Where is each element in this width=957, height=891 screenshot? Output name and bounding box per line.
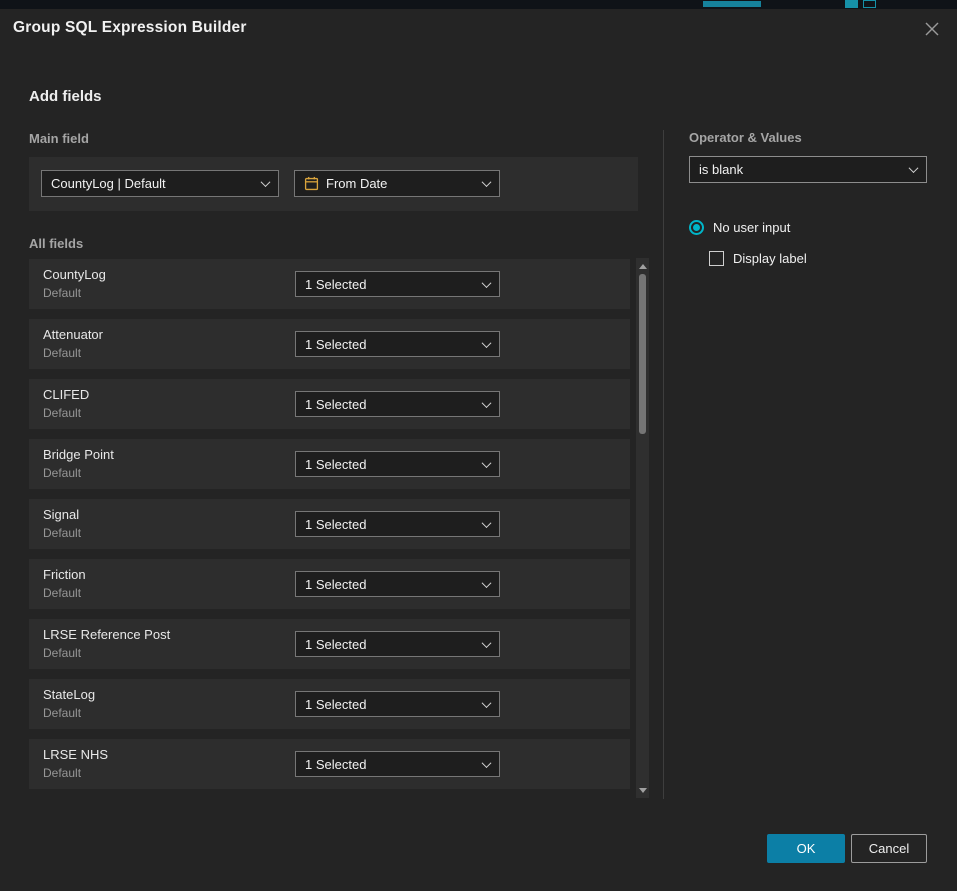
field-subtitle: Default — [43, 286, 81, 300]
field-subtitle: Default — [43, 406, 81, 420]
group-sql-expression-builder-dialog: Group SQL Expression Builder Add fields … — [0, 9, 957, 891]
field-selected-dropdown[interactable]: 1 Selected — [295, 391, 500, 417]
field-name: Attenuator — [43, 327, 103, 342]
checkbox-unchecked-icon[interactable] — [709, 251, 724, 266]
field-selected-value: 1 Selected — [305, 397, 476, 412]
field-row: StateLog Default 1 Selected — [29, 679, 630, 729]
screen: Group SQL Expression Builder Add fields … — [0, 0, 957, 891]
field-name: Friction — [43, 567, 86, 582]
field-name: CountyLog — [43, 267, 106, 282]
chevron-down-icon — [482, 638, 492, 648]
field-name: LRSE Reference Post — [43, 627, 170, 642]
chevron-down-icon — [909, 163, 919, 173]
operator-dropdown-value: is blank — [699, 162, 903, 177]
main-field-field-dropdown[interactable]: From Date — [294, 170, 500, 197]
no-user-input-radio-row[interactable]: No user input — [689, 220, 790, 235]
chevron-down-icon — [482, 278, 492, 288]
field-subtitle: Default — [43, 346, 81, 360]
field-selected-value: 1 Selected — [305, 277, 476, 292]
field-selected-dropdown[interactable]: 1 Selected — [295, 451, 500, 477]
field-selected-dropdown[interactable]: 1 Selected — [295, 571, 500, 597]
no-user-input-label: No user input — [713, 220, 790, 235]
field-selected-value: 1 Selected — [305, 637, 476, 652]
field-name: Bridge Point — [43, 447, 114, 462]
field-selected-value: 1 Selected — [305, 457, 476, 472]
field-selected-dropdown[interactable]: 1 Selected — [295, 631, 500, 657]
field-name: Signal — [43, 507, 79, 522]
chevron-down-icon — [482, 398, 492, 408]
ok-button[interactable]: OK — [767, 834, 845, 863]
operator-dropdown[interactable]: is blank — [689, 156, 927, 183]
radio-selected-icon[interactable] — [689, 220, 704, 235]
field-selected-dropdown[interactable]: 1 Selected — [295, 271, 500, 297]
background-artifact — [703, 1, 761, 7]
chevron-down-icon — [482, 578, 492, 588]
scrollbar-up-arrow[interactable] — [636, 260, 649, 272]
dialog-title: Group SQL Expression Builder — [13, 19, 247, 37]
operator-values-heading: Operator & Values — [689, 130, 802, 145]
panel-divider — [663, 130, 664, 799]
field-row: Attenuator Default 1 Selected — [29, 319, 630, 369]
field-row: LRSE NHS Default 1 Selected — [29, 739, 630, 789]
main-field-field-dropdown-value: From Date — [326, 176, 476, 191]
calendar-icon — [304, 176, 319, 191]
field-subtitle: Default — [43, 646, 81, 660]
scrollbar-thumb[interactable] — [639, 274, 646, 434]
display-label-checkbox-row[interactable]: Display label — [709, 251, 807, 266]
field-selected-dropdown[interactable]: 1 Selected — [295, 751, 500, 777]
field-selected-value: 1 Selected — [305, 517, 476, 532]
cancel-button[interactable]: Cancel — [851, 834, 927, 863]
main-field-label: Main field — [29, 131, 89, 146]
all-fields-scrollbar[interactable] — [636, 258, 649, 798]
field-selected-value: 1 Selected — [305, 697, 476, 712]
field-selected-dropdown[interactable]: 1 Selected — [295, 331, 500, 357]
field-name: StateLog — [43, 687, 95, 702]
field-selected-value: 1 Selected — [305, 757, 476, 772]
scrollbar-down-arrow[interactable] — [636, 784, 649, 796]
field-subtitle: Default — [43, 766, 81, 780]
display-label-label: Display label — [733, 251, 807, 266]
main-field-layer-dropdown[interactable]: CountyLog | Default — [41, 170, 279, 197]
field-name: CLIFED — [43, 387, 89, 402]
chevron-down-icon — [482, 338, 492, 348]
main-field-layer-dropdown-value: CountyLog | Default — [51, 176, 255, 191]
field-row: CountyLog Default 1 Selected — [29, 259, 630, 309]
chevron-down-icon — [482, 518, 492, 528]
close-icon — [925, 22, 939, 36]
chevron-down-icon — [482, 758, 492, 768]
field-subtitle: Default — [43, 706, 81, 720]
chevron-down-icon — [261, 177, 271, 187]
field-row: Signal Default 1 Selected — [29, 499, 630, 549]
chevron-down-icon — [482, 458, 492, 468]
field-selected-dropdown[interactable]: 1 Selected — [295, 691, 500, 717]
add-fields-heading: Add fields — [29, 88, 102, 105]
field-name: LRSE NHS — [43, 747, 108, 762]
field-row: CLIFED Default 1 Selected — [29, 379, 630, 429]
background-artifact — [845, 0, 858, 8]
close-button[interactable] — [922, 19, 942, 39]
all-fields-label: All fields — [29, 236, 83, 251]
field-row: LRSE Reference Post Default 1 Selected — [29, 619, 630, 669]
chevron-down-icon — [482, 177, 492, 187]
background-artifact — [863, 0, 876, 8]
field-subtitle: Default — [43, 466, 81, 480]
field-selected-value: 1 Selected — [305, 577, 476, 592]
background-page-strip — [0, 0, 957, 9]
field-selected-value: 1 Selected — [305, 337, 476, 352]
field-row: Friction Default 1 Selected — [29, 559, 630, 609]
field-subtitle: Default — [43, 586, 81, 600]
main-field-box: CountyLog | Default From Date — [29, 157, 638, 211]
all-fields-list: CountyLog Default 1 Selected Attenuator … — [29, 259, 630, 799]
chevron-down-icon — [482, 698, 492, 708]
field-row: Bridge Point Default 1 Selected — [29, 439, 630, 489]
field-subtitle: Default — [43, 526, 81, 540]
field-selected-dropdown[interactable]: 1 Selected — [295, 511, 500, 537]
